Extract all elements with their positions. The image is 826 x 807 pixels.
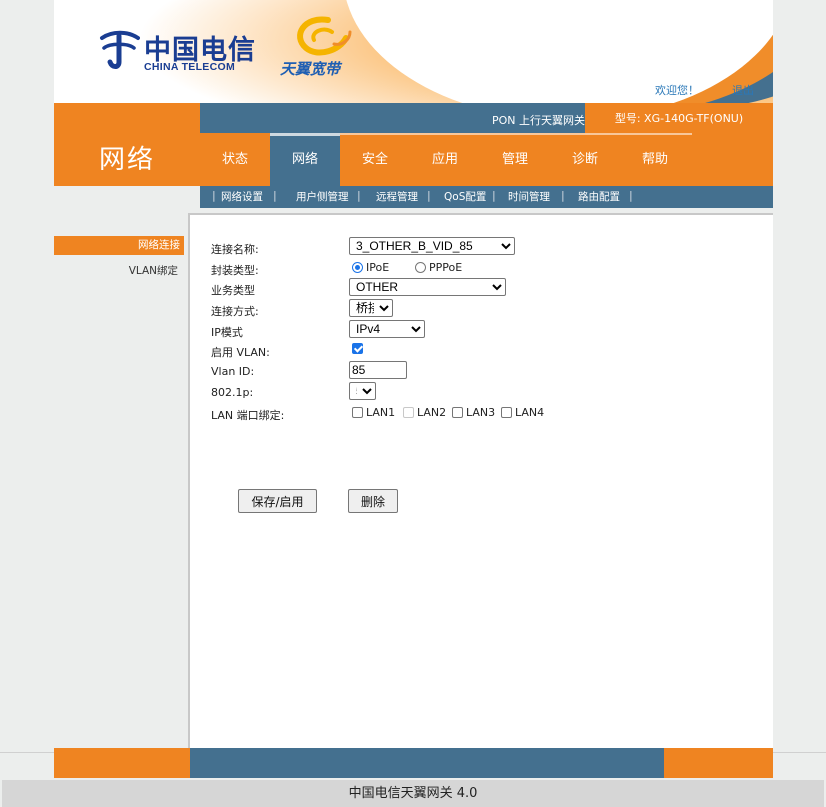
lan4-option[interactable]: LAN4 (501, 406, 544, 419)
section-title-block: 网络 (54, 103, 200, 186)
encap-ipoe-option[interactable]: IPoE (352, 261, 389, 274)
sub-nav-divider: | (357, 189, 361, 202)
service-type-select[interactable]: OTHER (349, 278, 506, 296)
sub-nav: | 网络设置 | 用户侧管理 | 远程管理 | QoS配置 | 时间管理 | 路… (200, 186, 773, 208)
nav-help[interactable]: 帮助 (620, 133, 690, 186)
lan3-option[interactable]: LAN3 (452, 406, 495, 419)
sub-nav-divider: | (492, 189, 496, 202)
vlan-id-label: Vlan ID: (211, 365, 255, 378)
encap-pppoe-radio[interactable] (415, 262, 426, 273)
sub-nav-divider: | (427, 189, 431, 202)
nav-management[interactable]: 管理 (480, 133, 550, 186)
sidebar: 网络连接 VLAN绑定 (54, 208, 188, 748)
p8021-select[interactable]: 5 (349, 382, 376, 400)
logo-text-en: CHINA TELECOM (144, 61, 236, 73)
encap-pppoe-label: PPPoE (429, 261, 463, 274)
subnav-qos[interactable]: QoS配置 (444, 189, 486, 205)
tianyi-swirl-icon (297, 16, 352, 56)
info-bar: PON 上行天翼网关 型号: XG-140G-TF(ONU) (200, 103, 773, 133)
subnav-route-config[interactable]: 路由配置 (578, 189, 620, 205)
model-info: 型号: XG-140G-TF(ONU) (585, 103, 773, 133)
nav-status[interactable]: 状态 (200, 133, 270, 186)
nav-diagnosis[interactable]: 诊断 (550, 133, 620, 186)
subnav-time-management[interactable]: 时间管理 (508, 189, 550, 205)
encap-type-label: 封装类型: (211, 264, 259, 277)
ip-mode-select[interactable]: IPv4 (349, 320, 425, 338)
subnav-user-side[interactable]: 用户侧管理 (296, 189, 349, 205)
lan4-checkbox[interactable] (501, 407, 512, 418)
logout-link[interactable]: 退出 (732, 82, 754, 98)
subnav-network-settings[interactable]: 网络设置 (221, 189, 263, 205)
lan2-checkbox (403, 407, 414, 418)
vlan-enable-checkbox[interactable] (352, 343, 363, 354)
save-enable-button[interactable]: 保存/启用 (238, 489, 317, 513)
conn-mode-select[interactable]: 桥接 (349, 299, 393, 317)
lan2-option: LAN2 (403, 406, 446, 419)
lan4-label: LAN4 (515, 406, 545, 419)
sub-nav-divider: | (212, 189, 216, 202)
footer-band-right (664, 748, 773, 778)
welcome-text: 欢迎您！ (655, 84, 699, 97)
vlan-id-input[interactable] (349, 361, 407, 379)
conn-name-label: 连接名称: (211, 243, 259, 256)
page-title: 网络 (98, 145, 155, 175)
main-nav: 状态 网络 安全 应用 管理 诊断 帮助 (200, 133, 773, 186)
lan1-checkbox[interactable] (352, 407, 363, 418)
sub-nav-divider: | (273, 189, 277, 202)
tianyi-broadband-logo: 天翼宽带 (280, 14, 364, 84)
service-type-label: 业务类型 (211, 284, 255, 297)
pon-info: PON 上行天翼网关 (491, 114, 585, 127)
vlan-enable-label: 启用 VLAN: (211, 346, 270, 359)
lan1-label: LAN1 (366, 406, 396, 419)
lan3-label: LAN3 (466, 406, 496, 419)
sub-nav-divider: | (561, 189, 565, 202)
footer-text: 中国电信天翼网关 4.0 (2, 780, 824, 807)
sidebar-item-vlan-binding[interactable]: VLAN绑定 (129, 262, 182, 281)
sidebar-item-network-connection[interactable]: 网络连接 (54, 236, 184, 255)
conn-name-select[interactable]: 3_OTHER_B_VID_85 (349, 237, 515, 255)
conn-mode-label: 连接方式: (211, 305, 259, 318)
nav-security[interactable]: 安全 (340, 133, 410, 186)
lan3-checkbox[interactable] (452, 407, 463, 418)
encap-pppoe-option[interactable]: PPPoE (415, 261, 462, 274)
footer-band-center (190, 748, 664, 778)
china-telecom-logo-icon (100, 30, 140, 69)
ip-mode-label: IP模式 (211, 326, 243, 339)
lan2-label: LAN2 (417, 406, 447, 419)
p8021-label: 802.1p: (211, 386, 254, 399)
nav-top-highlight (340, 133, 692, 135)
nav-network[interactable]: 网络 (270, 133, 340, 186)
encap-ipoe-label: IPoE (366, 261, 390, 274)
encap-ipoe-radio[interactable] (352, 262, 363, 273)
brand-text-cn: 天翼宽带 (280, 60, 341, 78)
nav-application[interactable]: 应用 (410, 133, 480, 186)
sub-nav-divider: | (629, 189, 633, 202)
lan-bind-label: LAN 端口绑定: (211, 409, 285, 422)
delete-button[interactable]: 删除 (348, 489, 398, 513)
footer-band-left (54, 748, 190, 778)
subnav-remote-management[interactable]: 远程管理 (376, 189, 418, 205)
lan1-option[interactable]: LAN1 (352, 406, 395, 419)
content-panel: 连接名称: 3_OTHER_B_VID_85 封装类型: IPoE PPPoE … (188, 213, 773, 748)
